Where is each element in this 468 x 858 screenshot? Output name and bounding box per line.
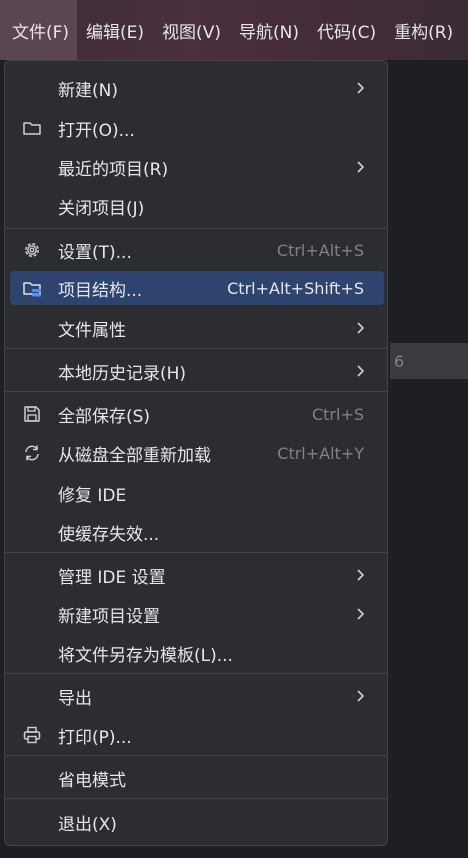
menubar-navigate[interactable]: 导航(N) xyxy=(230,0,308,60)
menu-item-label: 设置(T)... xyxy=(58,242,132,263)
menu-item-label: 关闭项目(J) xyxy=(58,198,145,219)
menu-item-label: 将文件另存为模板(L)... xyxy=(58,645,233,666)
menu-item-exit[interactable]: 退出(X) xyxy=(10,805,384,839)
menu-item-project-structure[interactable]: 项目结构... Ctrl+Alt+Shift+S xyxy=(10,271,384,305)
menu-item-shortcut: Ctrl+Alt+S xyxy=(276,240,364,260)
menu-item-shortcut: Ctrl+S xyxy=(311,404,364,424)
menu-item-label: 本地历史记录(H) xyxy=(58,363,187,384)
menu-separator xyxy=(5,228,387,229)
menubar-file[interactable]: 文件(F) xyxy=(0,0,78,60)
menu-item-label: 使缓存失效... xyxy=(58,524,160,545)
menu-item-close-project[interactable]: 关闭项目(J) xyxy=(10,189,384,223)
folder-icon xyxy=(23,122,41,135)
menu-item-invalidate-caches[interactable]: 使缓存失效... xyxy=(10,515,384,549)
menu-item-export[interactable]: 导出 xyxy=(10,679,384,713)
gear-icon xyxy=(25,243,39,257)
menu-item-settings[interactable]: 设置(T)... Ctrl+Alt+S xyxy=(10,233,384,267)
menu-item-label: 新建(N) xyxy=(58,80,118,101)
menu-item-new-project-settings[interactable]: 新建项目设置 xyxy=(10,597,384,631)
chevron-right-icon xyxy=(357,569,365,581)
menu-separator xyxy=(5,673,387,674)
menubar-view[interactable]: 视图(V) xyxy=(153,0,230,60)
menu-separator xyxy=(5,391,387,392)
menu-item-reload-from-disk[interactable]: 从磁盘全部重新加载 Ctrl+Alt+Y xyxy=(10,436,384,470)
file-menu-dropdown: 新建(N) 打开(O)... 最近的项目(R) 关闭项目(J) 设置(T)...… xyxy=(4,60,388,846)
menu-item-label: 打开(O)... xyxy=(58,120,135,141)
menu-item-repair-ide[interactable]: 修复 IDE xyxy=(10,476,384,510)
menubar-edit[interactable]: 编辑(E) xyxy=(77,0,153,60)
chevron-right-icon xyxy=(357,322,365,334)
chevron-right-icon xyxy=(357,82,365,94)
menu-separator xyxy=(5,755,387,756)
menu-item-print[interactable]: 打印(P)... xyxy=(10,718,384,752)
menu-bar: 文件(F) 编辑(E) 视图(V) 导航(N) 代码(C) 重构(R) xyxy=(0,0,468,60)
printer-icon xyxy=(23,726,41,744)
menu-item-label: 项目结构... xyxy=(58,280,143,301)
menu-separator xyxy=(5,798,387,799)
menu-item-recent-projects[interactable]: 最近的项目(R) xyxy=(10,150,384,184)
menu-item-power-save-mode[interactable]: 省电模式 xyxy=(10,761,384,795)
menu-item-label: 文件属性 xyxy=(58,320,126,341)
menu-item-local-history[interactable]: 本地历史记录(H) xyxy=(10,354,384,388)
menu-item-label: 管理 IDE 设置 xyxy=(58,567,166,588)
menu-item-manage-ide-settings[interactable]: 管理 IDE 设置 xyxy=(10,558,384,592)
menu-separator xyxy=(5,348,387,349)
menu-item-open[interactable]: 打开(O)... xyxy=(10,111,384,145)
save-icon xyxy=(24,406,40,422)
menu-item-label: 全部保存(S) xyxy=(58,406,151,427)
menu-item-save-as-template[interactable]: 将文件另存为模板(L)... xyxy=(10,636,384,670)
chevron-right-icon xyxy=(357,161,365,173)
project-structure-icon xyxy=(23,282,41,297)
menubar-refactor[interactable]: 重构(R) xyxy=(385,0,462,60)
menu-item-label: 修复 IDE xyxy=(58,485,127,506)
menubar-code[interactable]: 代码(C) xyxy=(308,0,385,60)
menu-item-label: 打印(P)... xyxy=(58,727,132,748)
menu-item-shortcut: Ctrl+Alt+Y xyxy=(277,443,364,463)
menu-item-label: 最近的项目(R) xyxy=(58,159,169,180)
menu-separator xyxy=(5,552,387,553)
editor-line-number: 6 xyxy=(394,352,405,371)
refresh-icon xyxy=(25,445,39,461)
chevron-right-icon xyxy=(357,608,365,620)
menu-item-label: 退出(X) xyxy=(58,814,117,835)
menu-item-shortcut: Ctrl+Alt+Shift+S xyxy=(227,278,364,298)
chevron-right-icon xyxy=(357,690,365,702)
menu-item-new[interactable]: 新建(N) xyxy=(10,71,384,105)
menu-item-label: 从磁盘全部重新加载 xyxy=(58,445,211,466)
menu-item-label: 新建项目设置 xyxy=(58,606,160,627)
menu-item-label: 省电模式 xyxy=(58,770,126,791)
menu-item-file-properties[interactable]: 文件属性 xyxy=(10,311,384,345)
chevron-right-icon xyxy=(357,365,365,377)
menu-item-save-all[interactable]: 全部保存(S) Ctrl+S xyxy=(10,397,384,431)
menu-item-label: 导出 xyxy=(58,688,92,709)
